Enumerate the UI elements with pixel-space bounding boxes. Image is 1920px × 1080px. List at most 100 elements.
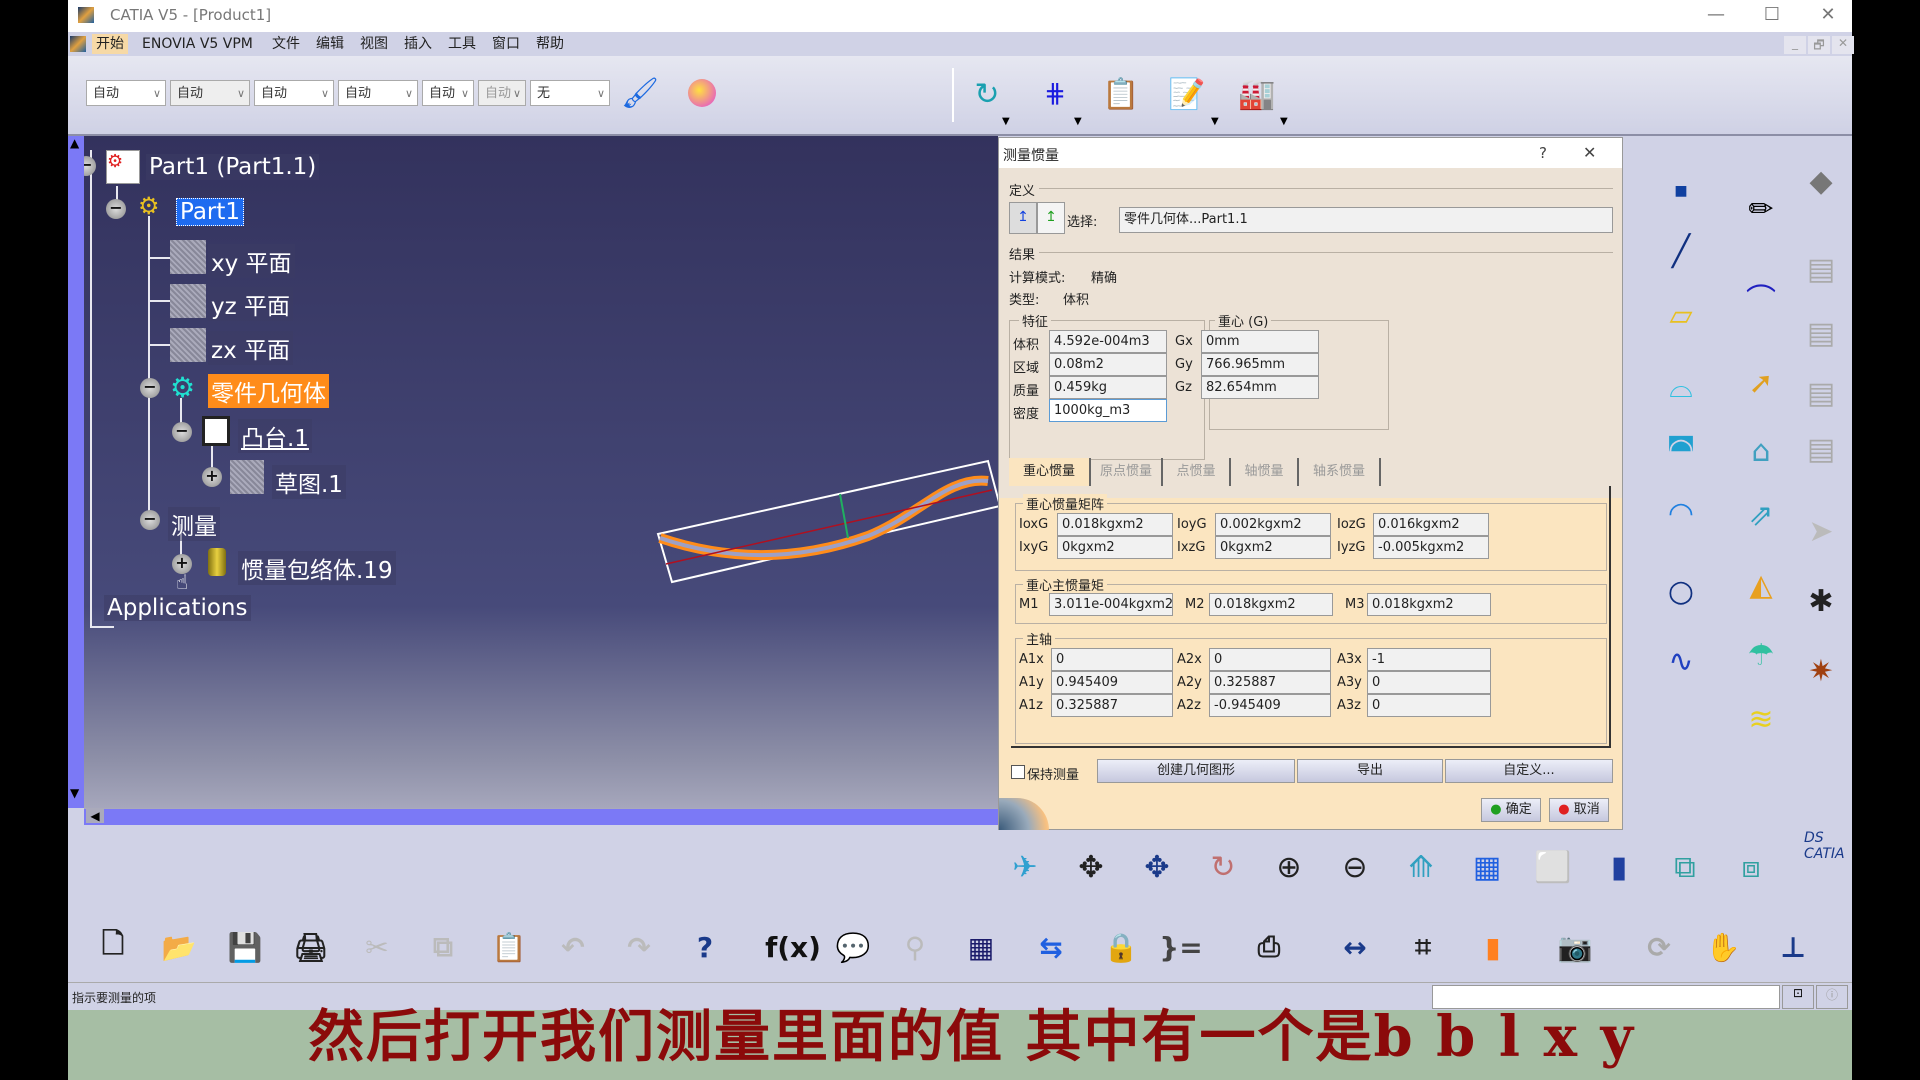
rotate-icon[interactable]: ↻	[1198, 842, 1248, 892]
part-geometry[interactable]	[648, 446, 1008, 596]
fill-icon[interactable]: ◭	[1736, 560, 1786, 610]
tree-item-body[interactable]: 零件几何体	[208, 374, 329, 408]
render-icon[interactable]: ✷	[1796, 646, 1846, 696]
fit-all-icon[interactable]: ✥	[1066, 842, 1116, 892]
tree-item-pad[interactable]: 凸台.1	[238, 419, 312, 453]
measure-item-icon[interactable]: ⌗	[1398, 922, 1448, 972]
tab-point-inertia[interactable]: 点惯量	[1163, 458, 1231, 486]
capture-icon[interactable]: 📷	[1550, 922, 1600, 972]
menu-tools[interactable]: 工具	[444, 34, 480, 54]
law-curve-icon[interactable]: ⌒	[1736, 272, 1786, 322]
tree-item-sketch[interactable]: 草图.1	[272, 465, 346, 499]
menu-view[interactable]: 视图	[356, 34, 392, 54]
open-icon[interactable]: 📂	[154, 922, 204, 972]
cancel-button[interactable]: ● 取消	[1549, 798, 1609, 822]
measure-inertia-icon[interactable]: ▮	[1468, 922, 1518, 972]
line-icon[interactable]: ╱	[1656, 226, 1706, 276]
tree-item-yz-plane[interactable]: yz 平面	[208, 287, 293, 321]
line-type-combo[interactable]: 自动 ∨	[338, 80, 418, 106]
fly-mode-icon[interactable]: ✈	[1000, 842, 1050, 892]
equivalence-icon[interactable]: }=	[1156, 922, 1206, 972]
tree-item-applications[interactable]: Applications	[104, 595, 251, 621]
catalog-icon[interactable]: ▤	[1796, 244, 1846, 294]
doc-minimize-button[interactable]: _	[1784, 36, 1806, 54]
tab-cog-inertia[interactable]: 重心惯量	[1009, 458, 1091, 486]
measure-between-icon[interactable]: ↔	[1330, 922, 1380, 972]
multi-view-icon[interactable]: ▦	[1462, 842, 1512, 892]
collapse-toggle[interactable]: −	[106, 199, 126, 219]
catalog-browser-icon[interactable]: ⎙	[1244, 922, 1294, 972]
multi-section-icon[interactable]: ≋	[1736, 694, 1786, 744]
point-icon[interactable]: ■	[1656, 166, 1706, 216]
catia-menu-logo-icon[interactable]	[70, 36, 86, 52]
tab-origin-inertia[interactable]: 原点惯量	[1091, 458, 1163, 486]
catalog-icon[interactable]: ▤	[1796, 308, 1846, 358]
factory-icon[interactable]: 🏭	[1228, 66, 1286, 122]
sketch-edit-icon[interactable]: 📝	[1158, 66, 1216, 122]
pan-icon[interactable]: ✥	[1132, 842, 1182, 892]
zoom-out-icon[interactable]: ⊖	[1330, 842, 1380, 892]
keep-measure-checkbox[interactable]	[1011, 765, 1025, 779]
selection-field[interactable]: 零件几何体...Part1.1	[1119, 207, 1613, 233]
whats-this-icon[interactable]: ?	[680, 922, 730, 972]
table-icon[interactable]: ▦	[956, 922, 1006, 972]
scroll-down-arrow-icon[interactable]: ▼	[70, 786, 79, 800]
painter-brush-icon[interactable]: 🖌	[612, 68, 668, 118]
transparency-combo[interactable]: 自动 ∨	[170, 80, 250, 106]
undo-icon[interactable]: ↶	[548, 922, 598, 972]
catalog-icon[interactable]: ▤	[1796, 368, 1846, 418]
repeat-xN-icon[interactable]: ↻	[958, 66, 1016, 122]
menu-help[interactable]: 帮助	[532, 34, 568, 54]
print-icon[interactable]: 🖨	[286, 922, 336, 972]
tree-item-xy-plane[interactable]: xy 平面	[208, 244, 295, 278]
zoom-in-icon[interactable]: ⊕	[1264, 842, 1314, 892]
extract-icon[interactable]: ➚	[1736, 358, 1786, 408]
extrude-surface-icon[interactable]: ⌓	[1656, 362, 1706, 412]
ok-button[interactable]: ● 确定	[1481, 798, 1541, 822]
offset-surface-icon[interactable]: ◚	[1656, 424, 1706, 474]
tree-vertical-scrollbar[interactable]: ▲ ▼	[68, 136, 84, 808]
close-button[interactable]: ✕	[1800, 0, 1856, 32]
copy-icon[interactable]: ⧉	[418, 922, 468, 972]
knowledge-icon[interactable]: 💬	[828, 922, 878, 972]
color-combo[interactable]: 自动 ∨	[86, 80, 166, 106]
tree-item-root[interactable]: Part1 (Part1.1)	[146, 154, 320, 180]
menu-file[interactable]: 文件	[268, 34, 304, 54]
manipulation-icon[interactable]: ✋	[1698, 922, 1748, 972]
axis-system-icon[interactable]: ⊥	[1768, 922, 1818, 972]
menu-start[interactable]: 开始	[92, 34, 128, 54]
doc-close-button[interactable]: ✕	[1832, 36, 1854, 54]
spline-icon[interactable]: ∿	[1656, 636, 1706, 686]
collapse-toggle[interactable]: −	[140, 510, 160, 530]
split-icon[interactable]: ⌂	[1736, 426, 1786, 476]
tree-item-measure[interactable]: 测量	[168, 507, 220, 541]
lock-icon[interactable]: 🔒	[1096, 922, 1146, 972]
line-thickness-combo[interactable]: 自动 ∨	[254, 80, 334, 106]
update-icon[interactable]: ⟳	[1634, 922, 1684, 972]
expand-toggle[interactable]: +	[202, 467, 222, 487]
redo-icon[interactable]: ↷	[614, 922, 664, 972]
tab-axis-system-inertia[interactable]: 轴系惯量	[1299, 458, 1381, 486]
plane-tool-icon[interactable]: ▱	[1656, 290, 1706, 340]
normal-view-icon[interactable]: ⟰	[1396, 842, 1446, 892]
dropdown-arrow-icon[interactable]: ▼	[1280, 116, 1288, 127]
tree-item-zx-plane[interactable]: zx 平面	[208, 331, 293, 365]
sketcher-icon[interactable]: ✏	[1736, 184, 1786, 234]
catalog-icon[interactable]: ▤	[1796, 424, 1846, 474]
doc-restore-button[interactable]: 🗗	[1808, 36, 1830, 54]
measure-mode-2d-icon[interactable]: ↥	[1037, 202, 1065, 234]
sweep-surface-icon[interactable]: ◠	[1656, 488, 1706, 538]
dropdown-arrow-icon[interactable]: ▼	[1074, 116, 1082, 127]
hide-show-icon[interactable]: ⧉	[1660, 842, 1710, 892]
customize-button[interactable]: 自定义...	[1445, 759, 1613, 783]
dropdown-arrow-icon[interactable]: ▼	[1002, 116, 1010, 127]
command-window-button[interactable]: ⊡	[1782, 985, 1814, 1009]
clipboard-paste-icon[interactable]: 📋	[1092, 66, 1150, 122]
link-icon[interactable]: ⚲	[890, 922, 940, 972]
collapse-toggle[interactable]: −	[140, 378, 160, 398]
cut-icon[interactable]: ✂	[352, 922, 402, 972]
measure-mode-3d-icon[interactable]: ↥	[1009, 202, 1037, 234]
circle-icon[interactable]: ○	[1656, 566, 1706, 616]
menu-enovia[interactable]: ENOVIA V5 VPM	[138, 34, 257, 54]
3d-viewport[interactable]: − ⚙ Part1 (Part1.1) − ⚙ Part1 xy 平面 yz 平…	[68, 136, 1002, 808]
